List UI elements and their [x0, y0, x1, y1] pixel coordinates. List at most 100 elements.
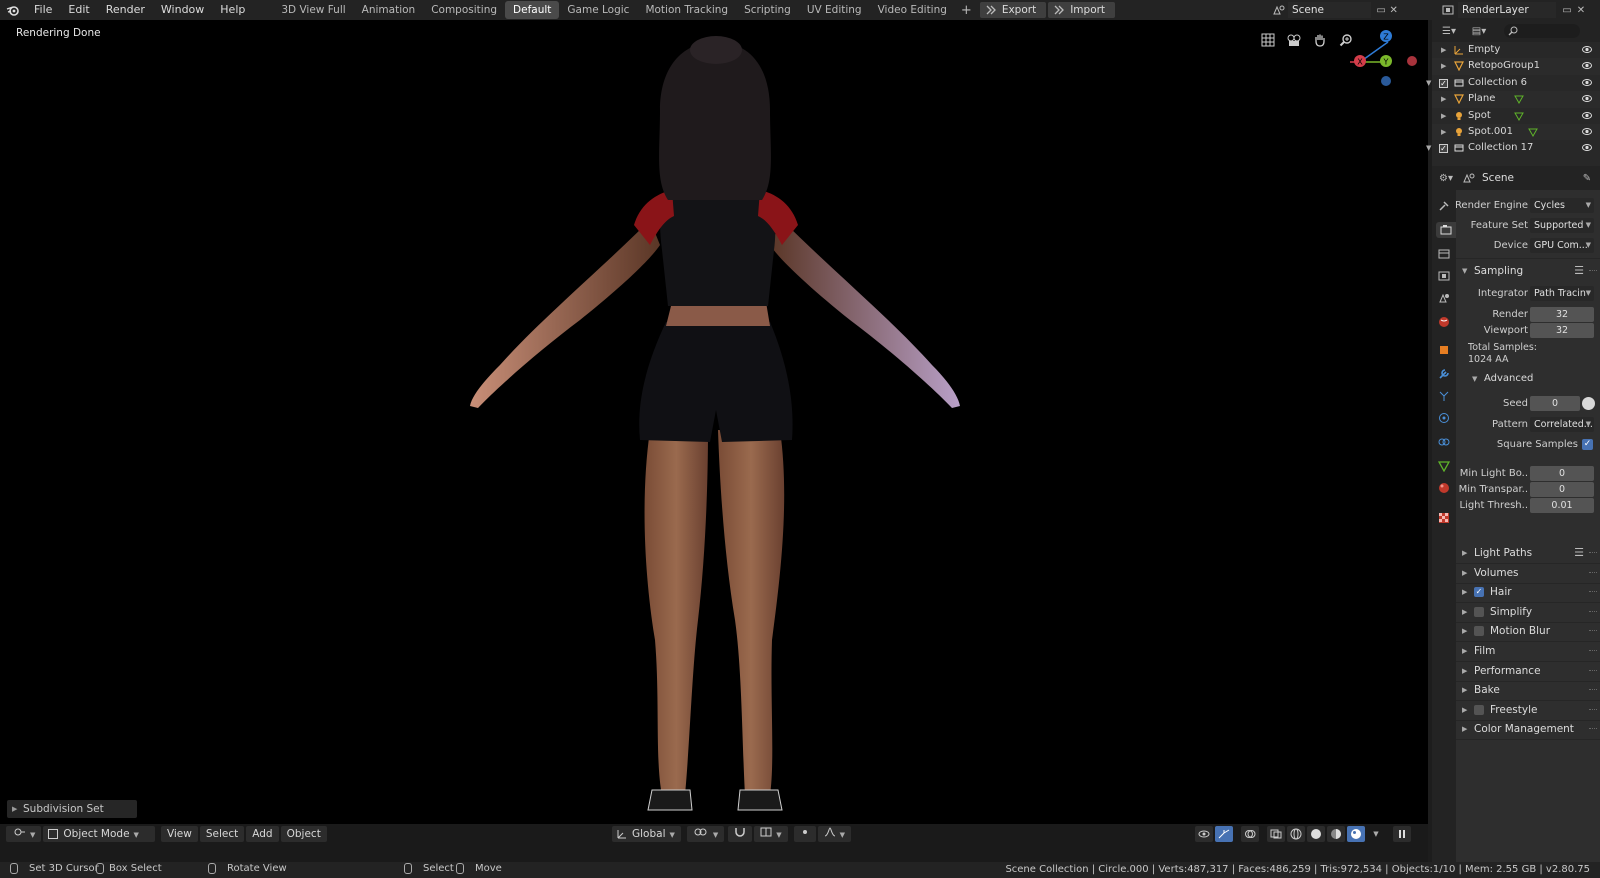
shading-solid-button[interactable] — [1307, 826, 1325, 842]
pin-icon[interactable]: ✎ — [1580, 171, 1594, 185]
light-threshold-field[interactable]: 0.01 — [1530, 498, 1594, 513]
add-workspace-button[interactable]: + — [955, 3, 978, 18]
outliner-search-input[interactable] — [1504, 24, 1580, 38]
section-volumes[interactable]: ▶ Volumes — [1456, 564, 1600, 582]
expand-triangle-icon[interactable]: ▶ — [1441, 124, 1446, 140]
expand-triangle-icon[interactable]: ▼ — [1426, 140, 1431, 156]
display-mode-icon[interactable]: ▤▾ — [1468, 24, 1490, 38]
material-tab-icon[interactable] — [1436, 480, 1452, 496]
feature-set-dropdown[interactable]: Supported ▼ — [1530, 218, 1594, 233]
overlays-toggle[interactable] — [1241, 826, 1259, 842]
section-film[interactable]: ▶ Film — [1456, 642, 1600, 660]
tab-video-editing[interactable]: Video Editing — [870, 1, 955, 19]
section-motion-blur[interactable]: ▶ Motion Blur — [1456, 622, 1600, 640]
section-performance[interactable]: ▶ Performance — [1456, 662, 1600, 680]
presets-list-icon[interactable]: ☰ — [1574, 544, 1584, 562]
render-tab-icon[interactable] — [1436, 222, 1456, 238]
object-data-icon[interactable] — [1514, 94, 1524, 105]
new-render-layer-icon[interactable]: ▭ — [1560, 3, 1574, 17]
animate-seed-clock-icon[interactable] — [1582, 397, 1595, 410]
gizmo-neg-z-axis[interactable] — [1381, 76, 1391, 86]
constraints-tab-icon[interactable] — [1436, 434, 1452, 450]
tab-motion-tracking[interactable]: Motion Tracking — [637, 1, 736, 19]
shading-material-button[interactable] — [1327, 826, 1345, 842]
object-data-tab-icon[interactable] — [1436, 458, 1452, 474]
presets-list-icon[interactable]: ☰ — [1574, 262, 1584, 280]
object-tab-icon[interactable] — [1436, 342, 1452, 358]
tab-3d-view-full[interactable]: 3D View Full — [273, 1, 353, 19]
section-hair[interactable]: ▶ ✓ Hair — [1456, 583, 1600, 601]
proportional-edit-toggle[interactable] — [793, 826, 816, 842]
close-scene-icon[interactable]: ✕ — [1387, 3, 1400, 17]
editor-type-button[interactable]: ▼ — [6, 826, 42, 842]
pause-render-button[interactable] — [1393, 826, 1411, 842]
particles-tab-icon[interactable] — [1436, 388, 1452, 404]
render-layer-name-field[interactable]: RenderLayer — [1458, 2, 1556, 18]
outliner-row[interactable]: ▼ ✓ Collection 6 — [1426, 75, 1600, 91]
view-layer-tab-icon[interactable] — [1436, 268, 1452, 284]
physics-tab-icon[interactable] — [1436, 410, 1452, 426]
blender-logo-icon[interactable] — [0, 0, 26, 20]
menu-edit[interactable]: Edit — [60, 0, 97, 20]
section-light-paths[interactable]: ▶ Light Paths ☰ — [1456, 544, 1600, 562]
tab-uv-editing[interactable]: UV Editing — [799, 1, 870, 19]
close-render-layer-icon[interactable]: ✕ — [1574, 3, 1588, 17]
menu-view[interactable]: View — [160, 826, 198, 842]
expand-triangle-icon[interactable]: ▼ — [1426, 75, 1431, 91]
outliner-row[interactable]: ▶ Spot — [1432, 108, 1600, 124]
pattern-dropdown[interactable]: Correlated... ▼ — [1530, 417, 1594, 432]
output-tab-icon[interactable] — [1436, 246, 1452, 262]
tab-game-logic[interactable]: Game Logic — [559, 1, 637, 19]
collection-enable-checkbox[interactable]: ✓ — [1439, 78, 1448, 88]
shading-rendered-button[interactable] — [1347, 826, 1365, 842]
outliner-row[interactable]: ▼ ✓ Collection 17 — [1426, 140, 1600, 156]
tab-compositing[interactable]: Compositing — [423, 1, 505, 19]
outliner-row[interactable]: ▶ RetopoGroup1 — [1432, 58, 1600, 75]
visibility-eye-icon[interactable] — [1582, 78, 1592, 87]
snap-toggle[interactable] — [728, 826, 753, 842]
modifiers-tab-icon[interactable] — [1436, 366, 1452, 382]
visibility-eye-icon[interactable] — [1582, 111, 1592, 120]
outliner-editor-type-icon[interactable]: ☰▾ — [1438, 24, 1460, 38]
section-color-management[interactable]: ▶ Color Management — [1456, 720, 1600, 738]
visibility-dropdown[interactable] — [1195, 826, 1213, 842]
orientation-dropdown[interactable]: Global ▼ — [612, 826, 681, 842]
tab-animation[interactable]: Animation — [354, 1, 424, 19]
expand-triangle-icon[interactable]: ▶ — [1441, 42, 1446, 58]
snap-target-dropdown[interactable]: ▼ — [754, 826, 788, 842]
min-light-bounces-field[interactable]: 0 — [1530, 466, 1594, 481]
export-button[interactable]: Export — [979, 2, 1047, 18]
pivot-dropdown[interactable]: ▼ — [686, 826, 725, 842]
falloff-dropdown[interactable]: ▼ — [817, 826, 852, 842]
menu-select[interactable]: Select — [199, 826, 245, 842]
expand-triangle-icon[interactable]: ▶ — [1441, 108, 1446, 124]
menu-add[interactable]: Add — [246, 826, 279, 842]
outliner-row[interactable]: ▶ Plane — [1432, 91, 1600, 108]
object-data-icon[interactable] — [1514, 111, 1524, 121]
section-simplify[interactable]: ▶ Simplify — [1456, 603, 1600, 621]
expand-triangle-icon[interactable]: ▶ — [1441, 58, 1446, 74]
outliner-row[interactable]: ▶ Spot.001 — [1432, 123, 1600, 141]
texture-tab-icon[interactable] — [1436, 510, 1452, 526]
section-freestyle[interactable]: ▶ Freestyle — [1456, 701, 1600, 719]
pan-hand-icon[interactable] — [1310, 30, 1330, 50]
section-enable-checkbox[interactable] — [1474, 626, 1484, 637]
render-layer-selector[interactable]: RenderLayer ▭ ✕ — [1438, 2, 1598, 18]
new-scene-icon[interactable]: ▭ — [1375, 3, 1388, 17]
section-enable-checkbox[interactable] — [1474, 704, 1484, 715]
tool-tab-icon[interactable] — [1436, 198, 1452, 214]
object-data-icon[interactable] — [1528, 127, 1538, 137]
integrator-dropdown[interactable]: Path Tracin ▼ — [1530, 286, 1594, 301]
shading-options-dropdown[interactable]: ▼ — [1367, 826, 1385, 842]
visibility-eye-icon[interactable] — [1582, 127, 1592, 136]
gizmo-toggle[interactable] — [1215, 826, 1233, 842]
camera-view-icon[interactable] — [1284, 30, 1304, 50]
outliner-row[interactable]: ▶ Empty — [1432, 42, 1600, 58]
menu-help[interactable]: Help — [212, 0, 253, 20]
object-mode-dropdown[interactable]: Object Mode ▼ — [43, 826, 155, 842]
render-engine-dropdown[interactable]: Cycles ▼ — [1530, 198, 1594, 213]
square-samples-checkbox[interactable]: ✓ — [1582, 439, 1593, 450]
menu-file[interactable]: File — [26, 0, 60, 20]
sampling-section-header[interactable]: ▼ Sampling ☰ — [1456, 262, 1600, 280]
grid-toggle-icon[interactable] — [1258, 30, 1278, 50]
